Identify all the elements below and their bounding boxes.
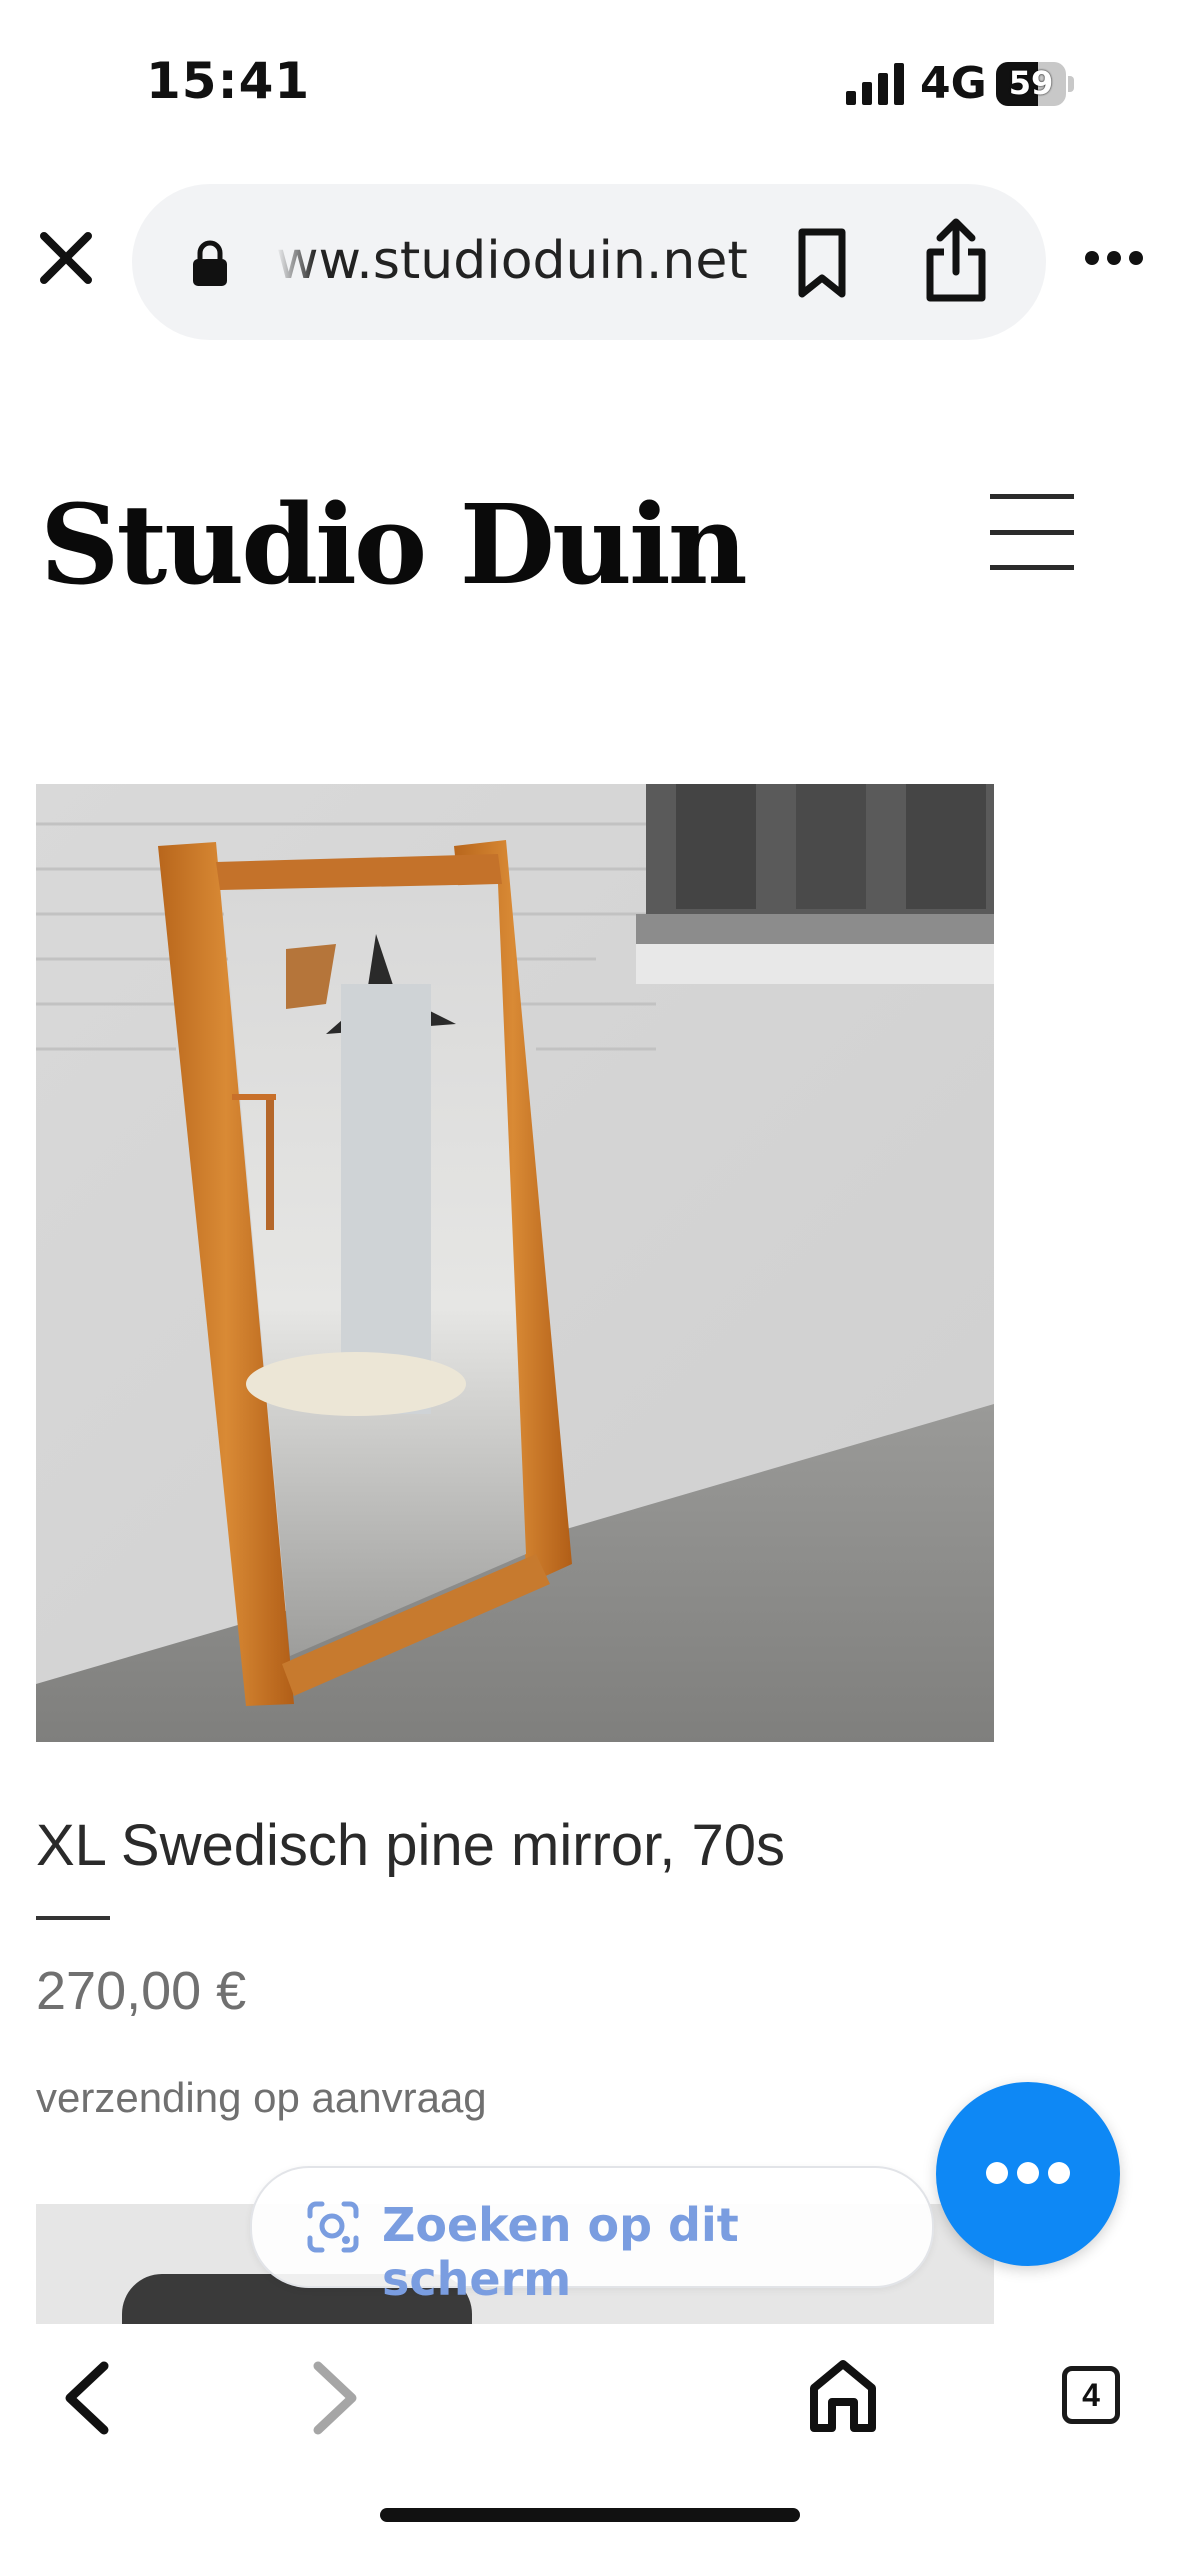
close-icon[interactable] (34, 226, 98, 290)
site-title[interactable]: Studio Duin (40, 480, 748, 609)
network-type: 4G (920, 58, 987, 109)
battery-icon: 59 (996, 62, 1074, 106)
chat-icon (986, 2162, 1070, 2184)
battery-level: 59 (1008, 64, 1054, 102)
home-icon[interactable] (808, 2358, 878, 2432)
shipping-note: verzending op aanvraag (36, 2074, 487, 2121)
mirror-photo (36, 784, 994, 1742)
signal-icon (846, 63, 904, 105)
share-icon[interactable] (920, 218, 992, 304)
status-time: 15:41 (146, 52, 311, 110)
more-icon[interactable] (1084, 244, 1144, 272)
product-image[interactable] (36, 784, 994, 1742)
tabs-icon[interactable]: 4 (1062, 2366, 1120, 2424)
lock-icon (193, 240, 227, 286)
url-bar[interactable]: ww.studioduin.net (132, 184, 1046, 340)
lens-label: Zoeken op dit scherm (382, 2198, 739, 2306)
bookmark-icon[interactable] (792, 228, 852, 298)
url-text[interactable]: ww.studioduin.net (276, 228, 876, 294)
product-title[interactable]: XL Swedisch pine mirror, 70s (36, 1812, 785, 1879)
forward-icon[interactable] (310, 2360, 362, 2436)
divider (36, 1916, 110, 1920)
home-indicator[interactable] (380, 2508, 800, 2522)
url-fade (276, 228, 316, 294)
product-price: 270,00 € (36, 1961, 247, 2021)
back-icon[interactable] (60, 2360, 112, 2436)
chat-button[interactable] (936, 2082, 1120, 2266)
menu-icon[interactable] (990, 494, 1074, 570)
lens-icon (307, 2201, 359, 2253)
lens-search-button[interactable]: Zoeken op dit scherm (250, 2166, 934, 2306)
